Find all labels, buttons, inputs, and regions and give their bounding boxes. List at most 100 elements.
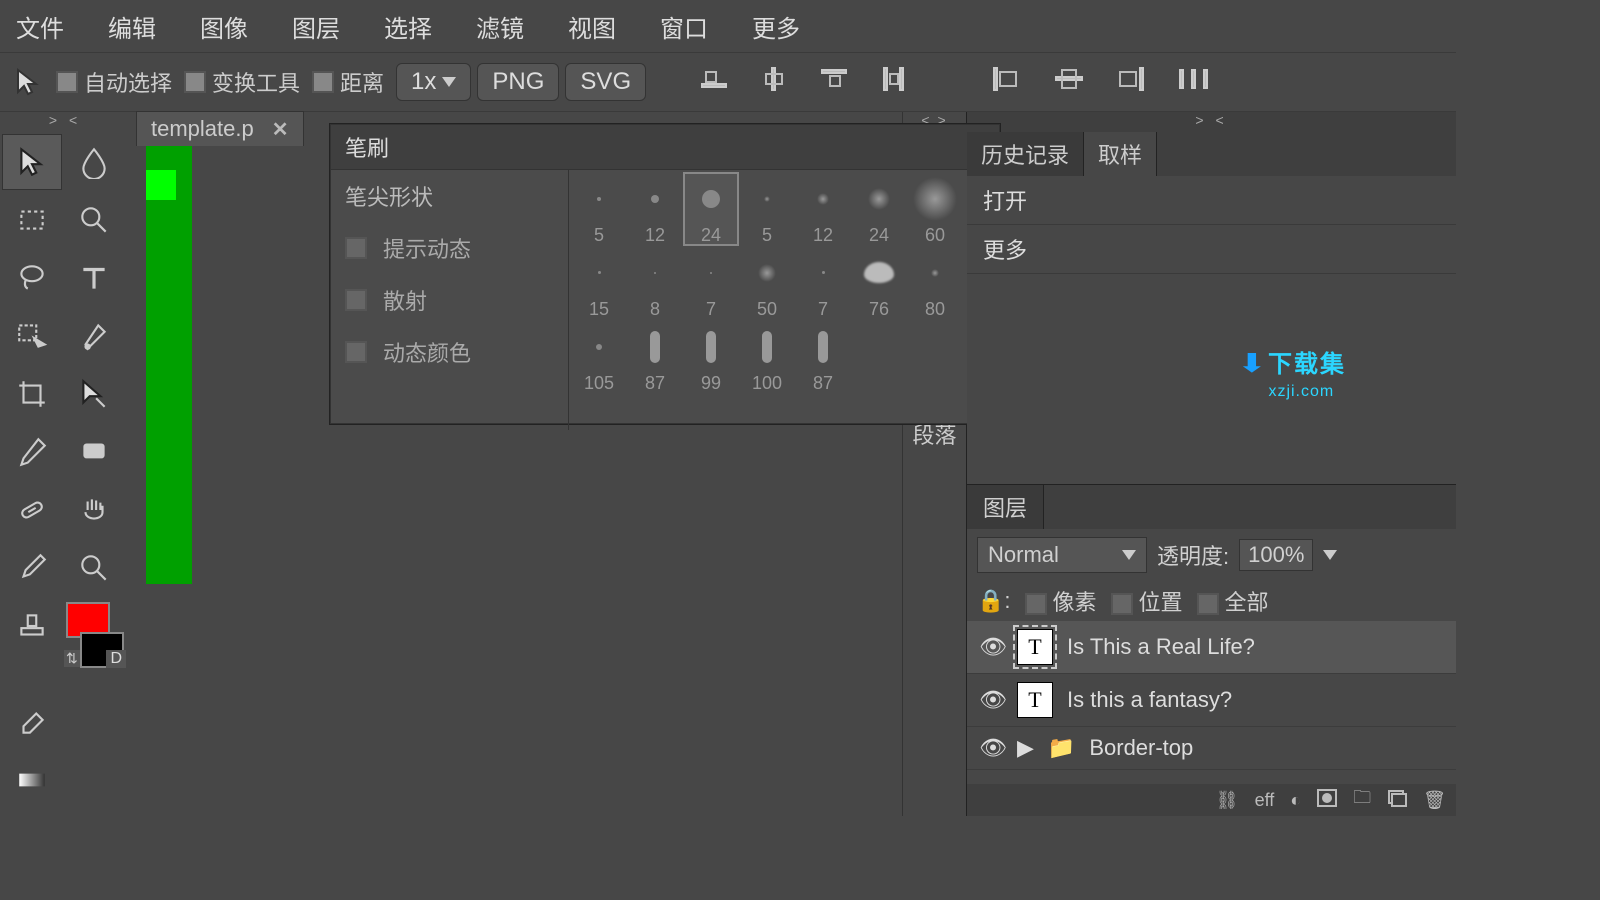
right-collapse[interactable]: > <: [967, 112, 1456, 132]
brush-color-dynamics-toggle[interactable]: 动态颜色: [331, 326, 568, 378]
menu-select[interactable]: 选择: [378, 5, 438, 48]
mask-icon[interactable]: ◐: [1290, 790, 1301, 811]
brush-preset[interactable]: 15: [571, 246, 627, 320]
brush-preset[interactable]: 12: [627, 172, 683, 246]
brush-preset[interactable]: 80: [907, 246, 963, 320]
lasso-tool[interactable]: [2, 250, 62, 306]
layer-row[interactable]: 👁 T Is this a fantasy?: [967, 674, 1456, 727]
expand-folder-icon[interactable]: ▶: [1017, 735, 1034, 761]
eraser-tool[interactable]: [2, 694, 62, 750]
brush-panel-title[interactable]: 笔刷: [331, 125, 999, 170]
link-layers-icon[interactable]: ⛓: [1216, 790, 1239, 811]
align-top-icon[interactable]: [982, 62, 1032, 102]
menu-view[interactable]: 视图: [562, 5, 622, 48]
opacity-dropdown-icon[interactable]: [1323, 550, 1337, 560]
tab-sample[interactable]: 取样: [1084, 132, 1157, 176]
align-right-icon[interactable]: [810, 62, 858, 102]
adjustment-icon[interactable]: [1317, 789, 1337, 812]
move-tool[interactable]: [2, 134, 62, 190]
visibility-icon[interactable]: 👁: [979, 687, 1003, 713]
export-svg-button[interactable]: SVG: [565, 63, 646, 101]
brush-preset[interactable]: 24: [683, 172, 739, 246]
brush-preset[interactable]: 99: [683, 320, 739, 394]
align-bottom-icon[interactable]: [1106, 62, 1156, 102]
brush-preset[interactable]: 12: [795, 172, 851, 246]
new-layer-icon[interactable]: [1387, 789, 1407, 812]
brush-dynamics-toggle[interactable]: 提示动态: [331, 222, 568, 274]
zoom-select[interactable]: 1x: [396, 63, 471, 101]
brush-size-label: 15: [589, 299, 609, 320]
quick-select-tool[interactable]: [2, 308, 62, 364]
text-tool[interactable]: [64, 250, 124, 306]
shape-tool[interactable]: [64, 424, 124, 480]
layer-effects-button[interactable]: eff: [1255, 790, 1275, 811]
menu-edit[interactable]: 编辑: [102, 5, 162, 48]
menu-more[interactable]: 更多: [746, 5, 806, 48]
layer-row[interactable]: 👁 T Is This a Real Life?: [967, 621, 1456, 674]
lock-position-toggle[interactable]: 位置: [1111, 585, 1183, 617]
path-select-tool[interactable]: [64, 366, 124, 422]
hand-tool[interactable]: [64, 482, 124, 538]
close-tab-icon[interactable]: ✕: [272, 117, 289, 142]
new-folder-icon[interactable]: 🗀: [1353, 785, 1371, 815]
distribute-h-icon[interactable]: [1168, 62, 1222, 102]
align-middle-icon[interactable]: [1044, 62, 1094, 102]
swap-colors-icon[interactable]: ⇅: [64, 650, 80, 667]
brush-preset[interactable]: 24: [851, 172, 907, 246]
delete-layer-icon[interactable]: 🗑: [1423, 790, 1446, 811]
tool-collapse[interactable]: > <: [0, 112, 130, 132]
export-png-button[interactable]: PNG: [477, 63, 559, 101]
brush-preset[interactable]: 87: [795, 320, 851, 394]
visibility-icon[interactable]: 👁: [979, 735, 1003, 761]
tab-layers[interactable]: 图层: [967, 485, 1044, 529]
brush-preset[interactable]: 50: [739, 246, 795, 320]
default-colors-icon[interactable]: D: [106, 650, 126, 668]
brush-preset[interactable]: 5: [571, 172, 627, 246]
brush-preset[interactable]: 76: [851, 246, 907, 320]
brush-scatter-toggle[interactable]: 散射: [331, 274, 568, 326]
canvas[interactable]: [146, 146, 192, 584]
brush-preset[interactable]: 100: [739, 320, 795, 394]
gradient-tool[interactable]: [2, 752, 62, 808]
crop-tool[interactable]: [2, 366, 62, 422]
tab-history[interactable]: 历史记录: [967, 132, 1084, 176]
magnify-tool[interactable]: [64, 540, 124, 596]
brush-preset[interactable]: 105: [571, 320, 627, 394]
brush-tool[interactable]: [2, 540, 62, 596]
marquee-tool[interactable]: [2, 192, 62, 248]
brush-preset[interactable]: 87: [627, 320, 683, 394]
align-center-h-icon[interactable]: [750, 62, 798, 102]
history-item-more[interactable]: 更多: [967, 225, 1456, 274]
auto-select-toggle[interactable]: 自动选择: [56, 66, 172, 98]
heal-tool[interactable]: [2, 482, 62, 538]
brush-preset[interactable]: 60: [907, 172, 963, 246]
distance-toggle[interactable]: 距离: [312, 66, 384, 98]
lock-pixels-toggle[interactable]: 像素: [1025, 585, 1097, 617]
zoom-tool[interactable]: [64, 192, 124, 248]
lock-all-toggle[interactable]: 全部: [1197, 585, 1269, 617]
brush-tip-shape[interactable]: 笔尖形状: [331, 170, 568, 222]
document-tab[interactable]: template.p ✕: [136, 111, 304, 146]
history-item-open[interactable]: 打开: [967, 176, 1456, 225]
align-left-icon[interactable]: [690, 62, 738, 102]
distribute-v-icon[interactable]: [870, 62, 918, 102]
visibility-icon[interactable]: 👁: [979, 634, 1003, 660]
menu-filter[interactable]: 滤镜: [470, 5, 530, 48]
eyedropper-tool[interactable]: [2, 424, 62, 480]
brush-preset[interactable]: 8: [627, 246, 683, 320]
transform-toggle[interactable]: 变换工具: [184, 66, 300, 98]
stamp-tool[interactable]: [2, 598, 62, 654]
menu-layer[interactable]: 图层: [286, 5, 346, 48]
pen-tool[interactable]: [64, 308, 124, 364]
color-swatches[interactable]: ⇅ D: [64, 602, 124, 692]
opacity-value[interactable]: 100%: [1239, 539, 1313, 571]
menu-window[interactable]: 窗口: [654, 5, 714, 48]
menu-image[interactable]: 图像: [194, 5, 254, 48]
blur-tool[interactable]: [64, 134, 124, 190]
menu-file[interactable]: 文件: [10, 5, 70, 48]
brush-preset[interactable]: 7: [795, 246, 851, 320]
brush-preset[interactable]: 7: [683, 246, 739, 320]
blend-mode-select[interactable]: Normal: [977, 537, 1147, 573]
brush-preset[interactable]: 5: [739, 172, 795, 246]
layer-row[interactable]: 👁 ▶ 📁 Border-top: [967, 727, 1456, 770]
